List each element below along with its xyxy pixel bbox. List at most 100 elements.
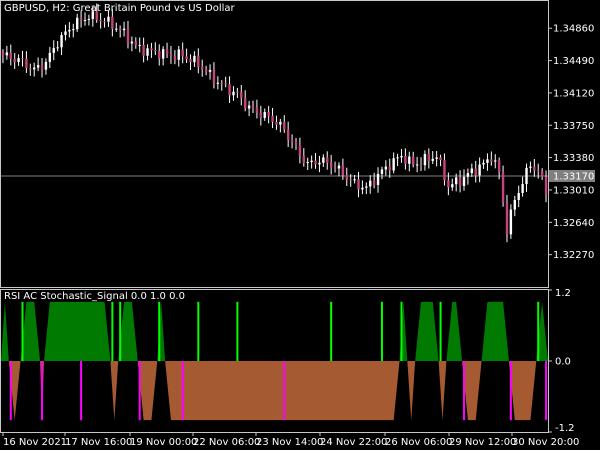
time-tick-label: 30 Nov 20:00 [512,437,579,448]
candle-body [275,121,278,125]
candle-body [247,105,251,109]
candle-body [290,139,294,143]
candle-body [103,21,106,23]
symbol-title: GBPUSD, H2: Great Britain Pound vs US Do… [4,3,236,14]
candle-body [529,166,532,168]
candle-body [302,155,306,163]
candle-body [212,69,216,84]
price-tick-label: 1.32270 [553,250,594,261]
candle-body [404,156,407,164]
candle-body [400,156,403,158]
candle-body [5,52,9,56]
candle-body [173,55,177,60]
time-tick-label: 22 Nov 06:00 [193,437,260,448]
candle-body [478,164,481,176]
candle-body [29,68,32,70]
price-tick-label: 1.33380 [553,153,594,164]
mt-chart[interactable]: 1.34860 1.34490 1.34120 1.33750 1.33380 1.330… [0,0,600,450]
candle-body [216,82,220,84]
candle-body [361,187,364,190]
time-tick-label: 17 Nov 16:00 [65,437,132,448]
candle-body [267,112,270,116]
time-tick-label: 29 Nov 12:00 [449,437,516,448]
candle-body [474,168,477,176]
candle-body [369,180,372,187]
candle-body [509,209,513,235]
candle-body [392,158,395,171]
candle-body [423,154,427,166]
candle-body [126,28,130,44]
time-tick-label: 24 Nov 22:00 [320,437,387,448]
candle-body [490,159,493,162]
candle-body [349,179,352,181]
candle-body [185,56,188,60]
candle-body [204,69,208,72]
candle-body [197,55,200,67]
price-tick-label: 1.34490 [553,56,594,67]
candle-body [306,161,309,163]
time-tick-label: 16 Nov 2021 [3,437,67,448]
candle-body [329,162,333,168]
candle-body [419,164,423,166]
candle-body [48,52,52,62]
candle-body [224,83,227,85]
candle-body [279,121,282,125]
candle-body [87,19,91,21]
candle-body [540,171,544,177]
candle-body [482,162,485,165]
candle-body [13,58,16,62]
candle-body [236,91,239,93]
candle-body [208,69,212,72]
candle-body [44,61,48,70]
candle-body [443,159,446,181]
candle-body [17,58,20,62]
candle-body [232,91,235,96]
indicator-tick-label: 0.0 [555,357,571,368]
candle-body [25,58,28,69]
candle-body [412,156,415,165]
candle-body [134,41,137,46]
candle-body [9,52,12,59]
bid-price-label: 1.33170 [553,171,594,182]
candle-body [52,48,55,53]
indicator-tick-label: 1.2 [555,288,571,299]
candle-body [99,19,102,22]
candle-body [314,160,317,165]
candle-body [150,48,153,51]
candle-body [286,129,290,140]
candle-body [372,180,376,185]
candle-body [142,44,145,56]
candle-body [322,157,325,163]
candle-body [298,145,302,156]
candle-body [189,59,192,63]
candle-body [161,49,165,59]
candle-body [486,159,489,163]
candle-body [259,112,263,118]
candle-body [447,180,450,188]
candle-body [83,19,87,21]
candle-body [21,58,24,60]
candle-body [431,158,434,161]
candle-body [521,184,524,193]
candle-body [283,121,286,130]
time-tick-label: 23 Nov 14:00 [256,437,323,448]
candle-body [497,160,501,173]
candle-body [243,97,247,109]
candle-body [439,157,442,160]
candle-body [380,169,384,174]
indicator-title: RSI AC Stochastic_Signal 0.0 1.0 0.0 [4,291,185,302]
candle-body [451,184,454,188]
candle-body [158,51,161,59]
price-tick-label: 1.34120 [553,88,594,99]
candle-body [470,168,474,174]
candle-body [193,55,196,63]
candle-body [201,66,204,70]
candle-body [513,199,516,210]
candle-body [72,29,75,31]
candle-body [1,51,5,56]
candle-body [525,167,528,185]
candle-body [60,35,63,48]
candle-body [294,142,298,146]
time-tick-label: 19 Nov 00:00 [130,437,197,448]
candle-body [357,179,360,190]
